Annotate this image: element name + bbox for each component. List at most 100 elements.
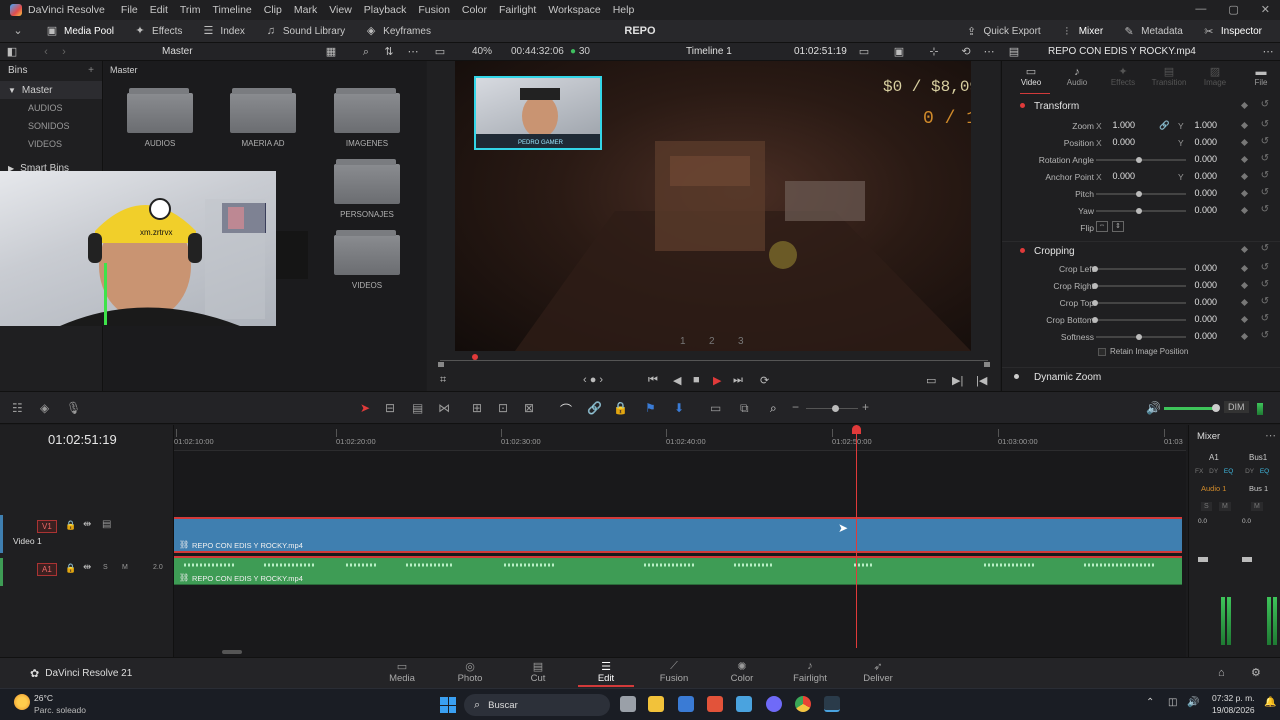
crop-left-slider[interactable] xyxy=(1098,268,1186,270)
menu-clip[interactable]: Clip xyxy=(264,4,282,16)
dim-button[interactable]: DIM xyxy=(1224,401,1249,413)
retain-position-checkbox[interactable] xyxy=(1098,348,1106,356)
a1-lock-icon[interactable]: 🔒 xyxy=(65,563,76,574)
close-icon[interactable]: ✕ xyxy=(1261,3,1270,16)
menu-file[interactable]: File xyxy=(121,4,138,16)
home-icon[interactable]: ⌂ xyxy=(1218,667,1225,679)
mixer-button[interactable]: ⫶ Mixer xyxy=(1051,20,1113,43)
keyframe-icon[interactable] xyxy=(1240,332,1249,341)
effects-button[interactable]: ✦ Effects xyxy=(124,20,192,43)
a1-solo-button[interactable]: S xyxy=(103,564,108,571)
timeline-scrollbar[interactable] xyxy=(222,650,242,654)
timeline-options-icon[interactable]: ☷ xyxy=(12,401,23,415)
taskbar-search[interactable]: ⌕ Buscar xyxy=(464,694,610,716)
page-cut[interactable]: ▤ Cut xyxy=(510,660,566,684)
folder-imagenes[interactable]: IMAGENES xyxy=(334,88,400,148)
reset-icon[interactable]: ↺ xyxy=(1261,119,1269,130)
task-view-icon[interactable] xyxy=(620,696,636,712)
reset-icon[interactable]: ↺ xyxy=(1261,313,1269,324)
softness-input[interactable]: 0.000 xyxy=(1189,331,1217,341)
viewer-scrubber[interactable] xyxy=(438,354,990,367)
windows-start-icon[interactable] xyxy=(440,697,456,713)
reset-icon[interactable]: ↺ xyxy=(1261,243,1269,254)
track-view-icon[interactable]: ◈ xyxy=(40,401,49,415)
network-icon[interactable]: ◫ xyxy=(1168,697,1177,708)
a1-auto-select-icon[interactable]: ⇹ xyxy=(83,562,91,573)
dy-label-2[interactable]: DY xyxy=(1245,468,1254,475)
stop-icon[interactable]: ■ xyxy=(693,374,700,386)
position-lock-icon[interactable]: 🔒 xyxy=(613,401,628,415)
transform-overlay-icon[interactable]: ▣ xyxy=(893,46,905,58)
jog-icon[interactable]: ‹ ● › xyxy=(583,374,603,386)
video-clip[interactable]: ⛓ REPO CON EDIS Y ROCKY.mp4 xyxy=(174,517,1182,553)
index-button[interactable]: ☰ Index xyxy=(192,20,254,43)
selection-tool-icon[interactable]: ➤ xyxy=(360,401,370,415)
first-frame-icon[interactable]: ⏮ xyxy=(648,374,658,387)
dynamic-zoom-toggle-icon[interactable] xyxy=(1014,374,1019,379)
bin-master[interactable]: ▼ Master xyxy=(0,81,102,99)
inspector-button[interactable]: ✂ Inspector xyxy=(1193,20,1272,43)
folder-maeria-ad[interactable]: MAERIA AD xyxy=(230,88,296,148)
quick-export-button[interactable]: ⇪ Quick Export xyxy=(955,20,1050,43)
match-frame-icon[interactable]: ▭ xyxy=(926,374,936,387)
menu-timeline[interactable]: Timeline xyxy=(212,4,251,16)
tab-file[interactable]: ▬ File xyxy=(1238,66,1280,87)
crop-right-input[interactable]: 0.000 xyxy=(1189,280,1217,290)
flip-vertical-icon[interactable]: ⇕ xyxy=(1112,221,1124,232)
volume-icon[interactable]: 🔊 xyxy=(1187,697,1199,708)
maximize-icon[interactable]: ▢ xyxy=(1228,3,1238,16)
notification-icon[interactable]: 🔔 xyxy=(1264,697,1276,708)
reset-icon[interactable]: ↺ xyxy=(1261,204,1269,215)
tab-video[interactable]: ▭ Video xyxy=(1008,66,1054,87)
davinci-taskbar-icon[interactable] xyxy=(824,696,840,712)
fader-a1[interactable] xyxy=(1198,557,1208,562)
keyframe-icon[interactable] xyxy=(1240,138,1249,147)
keyframe-icon[interactable] xyxy=(1240,189,1249,198)
section-cropping[interactable]: Cropping ↺ xyxy=(1002,241,1280,259)
softness-slider-knob[interactable] xyxy=(1136,334,1142,340)
page-photo[interactable]: ◎ Photo xyxy=(442,660,498,684)
reverse-icon[interactable]: ◀ xyxy=(673,374,681,387)
page-fusion[interactable]: ⟋ Fusion xyxy=(646,660,702,684)
section-dynamic-zoom[interactable]: Dynamic Zoom xyxy=(1002,367,1280,385)
section-transform[interactable]: Transform ↺ xyxy=(1002,98,1280,116)
keyframe-icon[interactable] xyxy=(1240,245,1249,254)
pitch-input[interactable]: 0.000 xyxy=(1189,188,1217,198)
viewer-options-icon[interactable]: ▭ xyxy=(858,46,870,58)
page-deliver[interactable]: ➶ Deliver xyxy=(850,660,906,684)
clock-date[interactable]: 19/08/2026 xyxy=(1212,705,1255,715)
linked-selection-icon[interactable]: 🔗 xyxy=(587,401,602,415)
keyframe-icon[interactable] xyxy=(1240,206,1249,215)
mixer-more-icon[interactable]: ⋯ xyxy=(1265,429,1276,442)
mixer-mute-button-2[interactable]: M xyxy=(1251,502,1263,511)
crop-top-slider[interactable] xyxy=(1098,302,1186,304)
position-y-input[interactable]: 0.000 xyxy=(1189,137,1217,147)
loop-playback-icon[interactable]: ⟳ xyxy=(760,374,769,387)
brave-browser-icon[interactable] xyxy=(707,696,723,712)
zoom-detail-icon[interactable]: ⧉ xyxy=(740,401,749,416)
blade-tool-icon[interactable]: ⋈ xyxy=(438,401,450,415)
keyframe-icon[interactable] xyxy=(1240,101,1249,110)
sort-icon[interactable]: ⇅ xyxy=(383,46,395,58)
anchor-y-input[interactable]: 0.000 xyxy=(1189,171,1217,181)
flip-horizontal-icon[interactable]: ⇔ xyxy=(1096,221,1108,232)
timeline-ruler[interactable]: 01:02:10:00 01:02:20:00 01:02:30:00 01:0… xyxy=(174,425,1186,451)
reset-icon[interactable]: ↺ xyxy=(1261,170,1269,181)
anchor-x-input[interactable]: 0.000 xyxy=(1107,171,1135,181)
position-x-input[interactable]: 0.000 xyxy=(1107,137,1135,147)
viewer-more-icon[interactable]: ⋯ xyxy=(983,46,995,58)
folder-personajes[interactable]: PERSONAJES xyxy=(334,159,400,219)
reset-icon[interactable]: ↺ xyxy=(1261,136,1269,147)
v1-track-name[interactable]: Video 1 xyxy=(13,536,42,546)
timeline-playhead[interactable] xyxy=(852,425,861,648)
scrubber-playhead-icon[interactable] xyxy=(472,354,478,360)
settings-icon[interactable]: ⚙ xyxy=(1251,666,1261,679)
zoom-slider-knob[interactable] xyxy=(832,405,839,412)
link-icon[interactable]: 🔗 xyxy=(1159,120,1170,131)
tab-audio[interactable]: ♪ Audio xyxy=(1054,66,1100,87)
more-icon[interactable]: ⋯ xyxy=(407,46,419,58)
transform-enabled-icon[interactable] xyxy=(1020,103,1025,108)
back-icon[interactable]: ‹ xyxy=(40,46,52,58)
dy-label[interactable]: DY xyxy=(1209,468,1218,475)
photos-icon[interactable] xyxy=(736,696,752,712)
